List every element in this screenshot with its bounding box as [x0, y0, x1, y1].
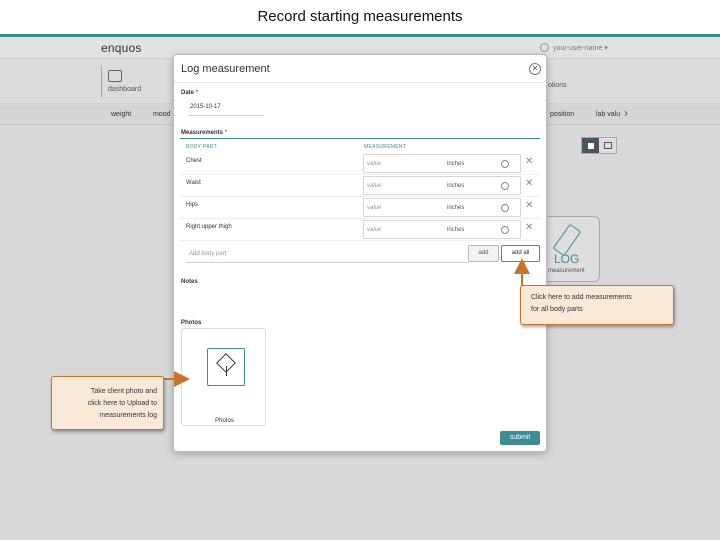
subnav-lab[interactable]: lab valu	[596, 111, 620, 118]
unit-select[interactable]: inches	[447, 205, 464, 211]
add-all-button[interactable]: add all	[501, 245, 540, 262]
nav-options[interactable]: otions	[548, 82, 567, 89]
body-part-name: Right upper thigh	[186, 224, 232, 230]
remove-row-icon[interactable]: ✕	[525, 222, 533, 233]
add-button[interactable]: add	[468, 245, 499, 262]
callout-text: click here to Upload to	[87, 400, 157, 407]
remove-row-icon[interactable]: ✕	[525, 178, 533, 189]
view-toggle	[581, 137, 617, 154]
user-menu-label: your-user-name ▾	[553, 44, 608, 52]
log-tile-subtitle: measurement	[548, 268, 585, 274]
modal-divider	[174, 82, 546, 83]
notes-label: Notes	[181, 279, 198, 285]
unit-select[interactable]: inches	[447, 183, 464, 189]
modal-title: Log measurement	[181, 63, 270, 75]
measurement-placeholder: value	[367, 183, 382, 189]
table-row: Hips value inches ✕	[180, 198, 540, 219]
measurement-placeholder: value	[367, 161, 382, 167]
callout-text: Click here to add measurements	[531, 294, 632, 301]
list-view-icon[interactable]	[582, 138, 599, 153]
submit-button[interactable]: submit	[500, 431, 540, 445]
date-label: Date *	[181, 90, 199, 96]
photos-label: Photos	[181, 320, 202, 326]
user-menu[interactable]: your-user-name ▾	[540, 43, 608, 52]
date-field[interactable]: 2015-10-17	[188, 104, 264, 116]
row-separator	[180, 218, 540, 219]
required-mark: *	[195, 90, 199, 96]
table-row: Right upper thigh value inches ✕	[180, 220, 540, 241]
log-tile-title: LOG	[554, 252, 580, 266]
body-part-name: Chest	[186, 158, 202, 164]
grid-view-icon[interactable]	[599, 138, 616, 153]
row-separator	[180, 196, 540, 197]
subnav-mood[interactable]: mood	[153, 111, 171, 118]
remove-row-icon[interactable]: ✕	[525, 156, 533, 167]
callout-photo: Take client photo and click here to Uplo…	[51, 376, 164, 430]
history-icon[interactable]	[501, 226, 509, 234]
measurement-input[interactable]: value inches	[363, 220, 521, 239]
unit-select[interactable]: inches	[447, 227, 464, 233]
measurement-placeholder: value	[367, 227, 382, 233]
measurement-input[interactable]: value inches	[363, 176, 521, 195]
body-part-name: Hips	[186, 202, 199, 208]
history-icon[interactable]	[501, 204, 509, 212]
unit-select[interactable]: inches	[447, 161, 464, 167]
chevron-right-icon[interactable]: ›	[624, 106, 628, 120]
table-row: Chest value inches ✕	[180, 154, 540, 175]
callout-text: Take client photo and	[90, 388, 157, 395]
callout-text: for all body parts	[531, 306, 583, 313]
history-icon[interactable]	[501, 182, 509, 190]
table-row: Waist value inches ✕	[180, 176, 540, 197]
add-body-part-input[interactable]: Add body part	[186, 246, 469, 263]
nav-dashboard[interactable]: dashboard	[101, 66, 151, 98]
log-measurement-modal: Log measurement ✕ Date * 2015-10-17 Meas…	[173, 54, 547, 452]
nav-dashboard-label: dashboard	[108, 86, 142, 93]
upload-icon[interactable]	[207, 348, 245, 386]
close-icon[interactable]: ✕	[529, 63, 541, 75]
measurements-divider	[180, 138, 540, 139]
slide-title: Record starting measurements	[257, 8, 463, 25]
body-part-name: Waist	[186, 180, 201, 186]
brand-logo[interactable]: enquos	[101, 41, 142, 55]
history-icon[interactable]	[501, 160, 509, 168]
measurement-input[interactable]: value inches	[363, 198, 521, 217]
callout-text: measurements log	[99, 412, 157, 419]
dashboard-icon	[108, 70, 122, 82]
photo-upload-box[interactable]: Photos	[181, 328, 266, 426]
row-separator	[180, 174, 540, 175]
col-body-part: BODY PART	[186, 144, 218, 150]
subnav-weight[interactable]: weight	[111, 111, 131, 118]
col-measurement: MEASUREMENT	[364, 144, 407, 150]
user-icon	[540, 43, 549, 52]
measurements-label: Measurements *	[181, 130, 228, 136]
row-separator	[180, 240, 540, 241]
measurement-input[interactable]: value inches	[363, 154, 521, 173]
photo-box-label: Photos	[215, 418, 234, 424]
callout-add-all: Click here to add measurements for all b…	[520, 285, 674, 325]
subnav-composition[interactable]: position	[550, 111, 574, 118]
remove-row-icon[interactable]: ✕	[525, 200, 533, 211]
measurement-placeholder: value	[367, 205, 382, 211]
required-mark: *	[224, 130, 228, 136]
